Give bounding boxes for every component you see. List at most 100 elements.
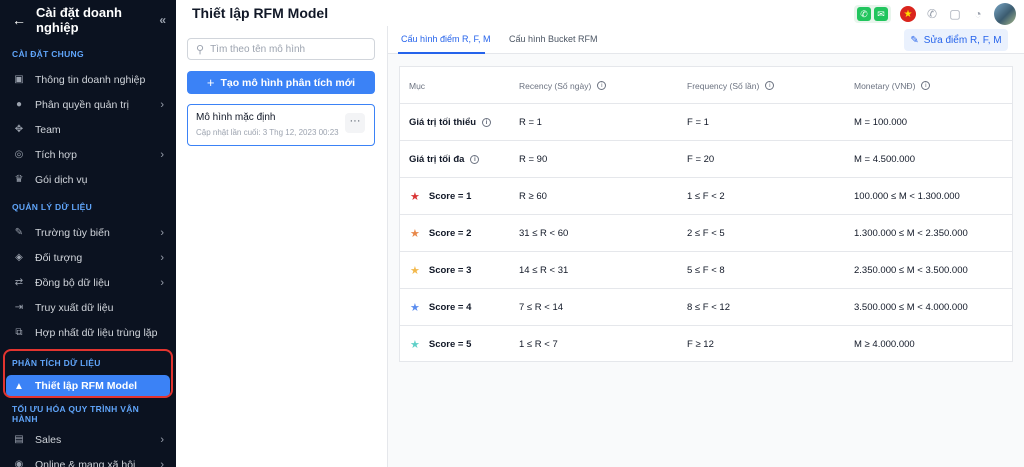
info-icon[interactable]: i [597,81,607,90]
message-icon[interactable]: ▢ [948,7,962,21]
recency-cell: R = 90 [519,154,548,165]
table-row: Giá trị tối thiểu i R = 1 F = 1 M = 100.0… [400,104,1012,141]
page-title: Thiết lập RFM Model [192,5,329,21]
integration-icon: ◎ [14,149,24,160]
frequency-cell: 8 ≤ F < 12 [687,302,730,313]
custom-field-icon: ✎ [14,227,24,238]
info-icon[interactable]: i [482,118,492,127]
table-row: ★ Score = 3 14 ≤ R < 31 5 ≤ F < 8 2.350.0… [400,252,1012,289]
sidebar-item-label: Thông tin doanh nghiệp [35,73,146,86]
table-row: ★ Score = 5 1 ≤ R < 7 F ≥ 12 M ≥ 4.000.00… [400,326,1012,363]
header-item: Mục [409,80,426,91]
sync-icon: ⇄ [14,277,24,288]
star-icon: ★ [410,302,420,314]
chevron-right-icon: › [160,458,164,467]
export-icon: ⇥ [14,302,24,313]
sidebar-item-plans[interactable]: ♛ Gói dịch vụ [0,167,176,192]
row-label-text: Score = 5 [428,339,472,350]
frequency-cell: F = 1 [687,117,709,128]
sidebar: ← Cài đặt doanh nghiệp « CÀI ĐẶT CHUNG ▣… [0,0,176,467]
search-box[interactable]: ⚲ [187,38,375,60]
frequency-cell: 1 ≤ F < 2 [687,191,725,202]
sidebar-item-sales[interactable]: ▤ Sales › [0,427,176,452]
sidebar-item-data-sync[interactable]: ⇄ Đồng bộ dữ liệu › [0,270,176,295]
collapse-icon[interactable]: « [159,13,166,27]
row-label-text: Giá trị tối thiểu [409,117,477,128]
row-label: Giá trị tối đa i [409,141,480,178]
phone-icon[interactable]: ✆ [925,7,939,21]
chevron-right-icon: › [160,226,164,239]
header-recency-label: Recency (Số ngày) [519,80,592,91]
sidebar-title: Cài đặt doanh nghiệp [36,5,122,35]
sidebar-item-merge-duplicates[interactable]: ⧉ Hợp nhất dữ liệu trùng lặp [0,320,176,345]
sidebar-item-objects[interactable]: ◈ Đối tượng › [0,245,176,270]
sidebar-item-label: Hợp nhất dữ liệu trùng lặp [35,326,158,339]
row-label-text: Score = 1 [428,191,472,202]
main-content: Cấu hình điểm R, F, M Cấu hình Bucket RF… [388,26,1024,467]
merge-icon: ⧉ [15,327,23,338]
search-input[interactable] [210,43,371,55]
sidebar-item-label: Online & mạng xã hội [35,458,136,467]
create-model-button[interactable]: + Tạo mô hình phân tích mới [187,71,375,94]
monetary-cell: M ≥ 4.000.000 [854,339,915,350]
table-row: ★ Score = 1 R ≥ 60 1 ≤ F < 2 100.000 ≤ M … [400,178,1012,215]
more-options-button[interactable]: ··· [345,113,365,133]
row-label: ★ Score = 4 [409,289,471,326]
sidebar-item-permissions[interactable]: ● Phân quyền quản trị › [0,92,176,117]
highlight-box [3,349,173,398]
search-icon: ⚲ [196,43,205,56]
header-monetary-label: Monetary (VNĐ) [854,80,916,91]
crown-icon: ♛ [14,174,24,185]
section-process-optimization: TỐI ƯU HÓA QUY TRÌNH VẬN HÀNH [12,404,140,424]
sidebar-item-label: Đối tượng [35,251,83,264]
model-card[interactable]: Mô hình mặc định Cập nhật lần cuối: 3 Th… [187,104,375,146]
active-tab-indicator [398,52,485,54]
tab-bucket-config[interactable]: Cấu hình Bucket RFM [509,34,598,44]
sidebar-item-data-export[interactable]: ⇥ Truy xuất dữ liệu [0,295,176,320]
recency-cell: 31 ≤ R < 60 [519,228,569,239]
sidebar-item-integrations[interactable]: ◎ Tích hợp › [0,142,176,167]
building-icon: ▣ [14,74,24,85]
star-icon: ★ [410,228,420,240]
sidebar-item-online-social[interactable]: ◉ Online & mạng xã hội › [0,452,176,467]
rfm-table: Mục Recency (Số ngày) i Frequency (Số lần… [399,66,1013,362]
monetary-cell: 1.300.000 ≤ M < 2.350.000 [854,228,968,239]
user-shield-icon: ● [15,99,23,110]
info-icon[interactable]: i [921,81,931,90]
chevron-right-icon: › [160,433,164,446]
tabs-bar: Cấu hình điểm R, F, M Cấu hình Bucket RF… [388,26,1024,54]
info-icon[interactable]: i [765,81,775,90]
info-icon[interactable]: i [470,155,480,164]
edit-scores-button[interactable]: ✎ Sửa điểm R, F, M [904,29,1008,51]
frequency-cell: 5 ≤ F < 8 [687,265,725,276]
row-label: ★ Score = 3 [409,252,471,289]
star-icon: ★ [410,265,420,277]
bell-icon[interactable]: ◔ [971,7,985,21]
phone-icon: ✆ [857,7,871,21]
chat-icon: ✉ [874,7,888,21]
vietnam-flag-icon[interactable]: ★ [900,6,916,22]
monetary-cell: M = 4.500.000 [854,154,916,165]
table-row: ★ Score = 4 7 ≤ R < 14 8 ≤ F < 12 3.500.0… [400,289,1012,326]
sidebar-item-team[interactable]: ✥ Team [0,117,176,142]
chevron-right-icon: › [160,98,164,111]
row-label: ★ Score = 5 [409,326,471,363]
call-widget[interactable]: ✆ ✉ [854,5,891,23]
chevron-right-icon: › [160,276,164,289]
header-frequency-label: Frequency (Số lần) [687,80,760,91]
row-label-text: Score = 3 [428,265,472,276]
sidebar-item-business-info[interactable]: ▣ Thông tin doanh nghiệp [0,67,176,92]
avatar[interactable] [994,3,1016,25]
tab-rfm-score-config[interactable]: Cấu hình điểm R, F, M [401,34,491,44]
sidebar-item-custom-fields[interactable]: ✎ Trường tùy biến › [0,220,176,245]
back-arrow-icon[interactable]: ← [12,12,28,28]
frequency-cell: F ≥ 12 [687,339,714,350]
models-panel: ⚲ + Tạo mô hình phân tích mới Mô hình mặ… [176,26,388,467]
recency-cell: R ≥ 60 [519,191,547,202]
star-icon: ★ [410,191,420,203]
create-model-label: Tạo mô hình phân tích mới [220,76,356,89]
header-recency: Recency (Số ngày) i [519,67,607,104]
pencil-icon: ✎ [910,34,919,46]
recency-cell: 7 ≤ R < 14 [519,302,564,313]
table-header: Mục Recency (Số ngày) i Frequency (Số lần… [400,67,1012,104]
